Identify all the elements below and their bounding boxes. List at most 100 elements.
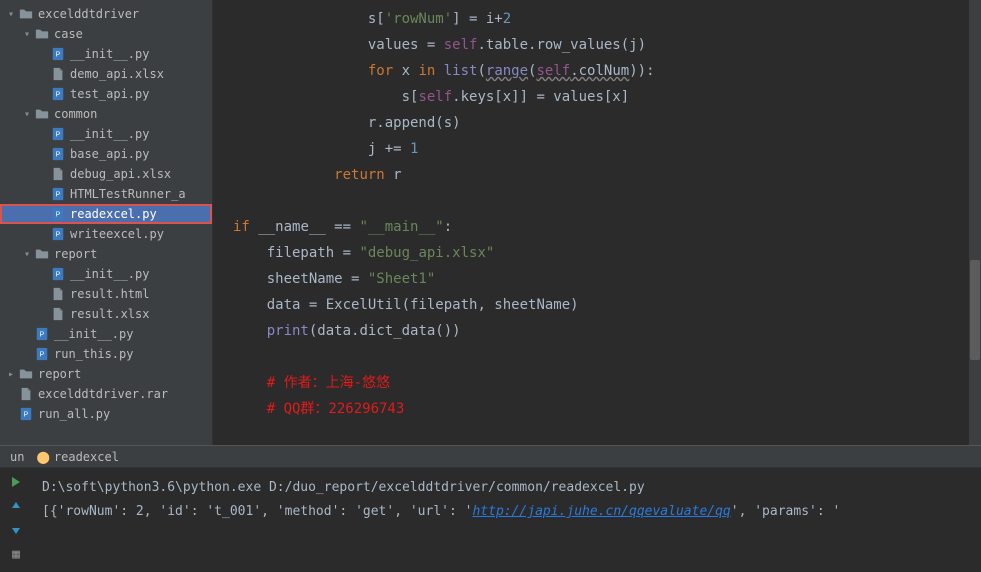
tree-item-label: HTMLTestRunner_a (70, 187, 186, 201)
file-writeexcel[interactable]: ▸Pwriteexcel.py (0, 224, 212, 244)
folder-case[interactable]: ▾case (0, 24, 212, 44)
tree-arrow-icon[interactable]: ▾ (4, 7, 18, 21)
code-line[interactable]: data = ExcelUtil(filepath, sheetName) (233, 292, 971, 318)
python-icon: ⬤ (36, 450, 49, 464)
run-tab-partial[interactable]: un (10, 450, 24, 464)
file-init-root[interactable]: ▸P__init__.py (0, 324, 212, 344)
folder-report-outer[interactable]: ▸ report (0, 364, 212, 384)
tree-arrow-icon[interactable]: ▾ (20, 27, 34, 41)
file-icon (50, 286, 66, 302)
code-line[interactable]: for x in list(range(self.colNum)): (233, 58, 971, 84)
file-base-api[interactable]: ▸Pbase_api.py (0, 144, 212, 164)
file-test-api[interactable]: ▸Ptest_api.py (0, 84, 212, 104)
project-root[interactable]: ▾excelddtdriver (0, 4, 212, 24)
svg-text:P: P (40, 332, 45, 339)
file-result-html[interactable]: ▸result.html (0, 284, 212, 304)
code-token: sheetName) (494, 297, 578, 313)
scroll-up-button[interactable] (8, 498, 24, 514)
code-token: return (334, 167, 393, 183)
tree-item-label: test_api.py (70, 87, 149, 101)
code-token: # QQ群：226296743 (267, 401, 405, 417)
code-token: "debug_api.xlsx" (359, 245, 494, 261)
tree-item-label: report (54, 247, 97, 261)
terminal-output[interactable]: D:\soft\python3.6\python.exe D:/duo_repo… (32, 468, 981, 572)
code-token (233, 63, 368, 79)
folder-common[interactable]: ▾common (0, 104, 212, 124)
code-line[interactable]: sheetName = "Sheet1" (233, 266, 971, 292)
terminal-line[interactable]: D:\soft\python3.6\python.exe D:/duo_repo… (42, 476, 971, 500)
code-token: ] = i+ (452, 11, 503, 27)
tree-arrow-icon[interactable]: ▾ (20, 107, 34, 121)
code-token: range (486, 63, 528, 79)
file-rar[interactable]: ▸excelddtdriver.rar (0, 384, 212, 404)
code-token: j += (233, 141, 410, 157)
terminal-link[interactable]: http://japi.juhe.cn/qqevaluate/qq (472, 504, 730, 519)
code-editor[interactable]: s['rowNum'] = i+2 values = self.table.ro… (213, 0, 981, 445)
code-line[interactable] (233, 188, 971, 214)
python-file-icon: P (50, 146, 66, 162)
python-file-icon: P (50, 46, 66, 62)
editor-scrollbar-track[interactable] (969, 0, 981, 445)
code-token: 1 (410, 141, 418, 157)
tree-item-label: writeexcel.py (70, 227, 164, 241)
tree-item-label: result.html (70, 287, 149, 301)
code-token (233, 167, 334, 183)
run-tab-label: readexcel (54, 450, 119, 464)
code-token: .keys[x]] = values[x] (452, 89, 629, 105)
file-init-case[interactable]: ▸P__init__.py (0, 44, 212, 64)
code-line[interactable]: values = self.table.row_values(j) (233, 32, 971, 58)
code-line[interactable] (233, 344, 971, 370)
code-line[interactable]: s[self.keys[x]] = values[x] (233, 84, 971, 110)
run-tab-readexcel[interactable]: ⬤ readexcel (36, 450, 118, 464)
tree-item-label: __init__.py (70, 127, 149, 141)
code-line[interactable]: j += 1 (233, 136, 971, 162)
file-run-this[interactable]: ▸Prun_this.py (0, 344, 212, 364)
code-line[interactable]: filepath = "debug_api.xlsx" (233, 240, 971, 266)
folder-icon (34, 26, 50, 42)
scroll-down-button[interactable] (8, 522, 24, 538)
file-demo-api[interactable]: ▸demo_api.xlsx (0, 64, 212, 84)
file-htmltestrunner[interactable]: ▸PHTMLTestRunner_a (0, 184, 212, 204)
code-line[interactable]: print(data.dict_data()) (233, 318, 971, 344)
terminal-line[interactable]: [{'rowNum': 2, 'id': 't_001', 'method': … (42, 500, 971, 524)
code-token: sheetName = (233, 271, 368, 287)
file-icon (50, 66, 66, 82)
file-debug-api[interactable]: ▸debug_api.xlsx (0, 164, 212, 184)
code-line[interactable]: s['rowNum'] = i+2 (233, 6, 971, 32)
file-init-common[interactable]: ▸P__init__.py (0, 124, 212, 144)
file-readexcel[interactable]: ▸Preadexcel.py (0, 204, 212, 224)
code-token (233, 323, 267, 339)
python-file-icon: P (50, 226, 66, 242)
code-line[interactable]: # 作者：上海-悠悠 (233, 370, 971, 396)
folder-report[interactable]: ▾ report (0, 244, 212, 264)
terminal-settings-button[interactable]: ▦ (8, 546, 24, 562)
tree-arrow-icon[interactable]: ▸ (4, 367, 18, 381)
terminal-tab-bar: un ⬤ readexcel (0, 445, 981, 467)
code-line[interactable]: if __name__ == "__main__": (233, 214, 971, 240)
file-result-xlsx[interactable]: ▸result.xlsx (0, 304, 212, 324)
code-line[interactable]: # QQ群：226296743 (233, 396, 971, 422)
project-tree[interactable]: ▾excelddtdriver▾case▸P__init__.py▸demo_a… (0, 0, 213, 445)
code-token: for (368, 63, 402, 79)
svg-text:P: P (56, 52, 61, 59)
file-run-all[interactable]: ▸Prun_all.py (0, 404, 212, 424)
tree-item-label: report (38, 367, 81, 381)
tree-item-label: run_this.py (54, 347, 133, 361)
code-token: in (418, 63, 443, 79)
tree-arrow-icon[interactable]: ▾ (20, 247, 34, 261)
python-file-icon: P (34, 326, 50, 342)
code-line[interactable]: r.append(s) (233, 110, 971, 136)
rerun-button[interactable] (8, 474, 24, 490)
tree-item-label: result.xlsx (70, 307, 149, 321)
file-icon (50, 166, 66, 182)
file-init-report[interactable]: ▸P__init__.py (0, 264, 212, 284)
tree-item-label: base_api.py (70, 147, 149, 161)
svg-text:P: P (56, 272, 61, 279)
python-file-icon: P (50, 206, 66, 222)
svg-text:P: P (56, 192, 61, 199)
code-line[interactable]: return r (233, 162, 971, 188)
svg-text:P: P (56, 212, 61, 219)
editor-scrollbar-thumb[interactable] (970, 260, 980, 360)
code-token: )): (629, 63, 654, 79)
code-token: 'rowNum' (385, 11, 452, 27)
